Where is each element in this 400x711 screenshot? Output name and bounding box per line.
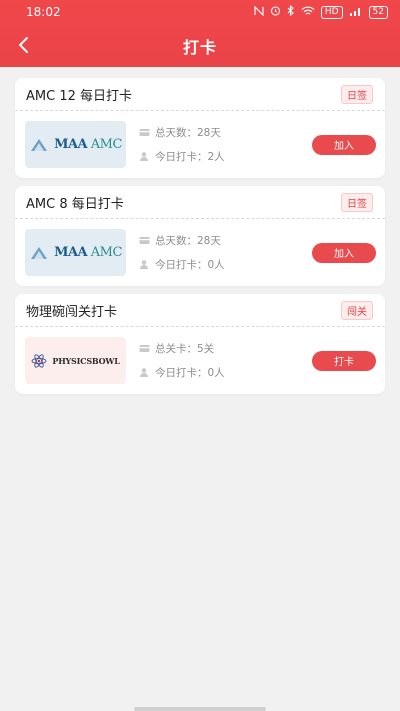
status-icons: HD 52 bbox=[254, 4, 388, 19]
user-icon bbox=[139, 259, 150, 270]
user-icon bbox=[139, 367, 150, 378]
checkin-card-physicsbowl[interactable]: 物理碗闯关打卡 闯关 PHYSICSBOWL 总关卡：5关 今日打卡：0人 打卡 bbox=[15, 294, 385, 394]
card-body: MAA AMC 总天数：28天 今日打卡：0人 加入 bbox=[15, 219, 385, 286]
home-indicator[interactable] bbox=[134, 707, 266, 711]
total-days: 总天数：28天 bbox=[139, 233, 312, 248]
card-icon bbox=[139, 127, 150, 138]
nav-bar: 打卡 bbox=[0, 24, 400, 67]
bluetooth-icon bbox=[287, 4, 295, 19]
card-stats: 总天数：28天 今日打卡：2人 bbox=[139, 125, 312, 164]
today-checkins: 今日打卡：0人 bbox=[139, 365, 312, 380]
card-title: AMC 8 每日打卡 bbox=[26, 196, 124, 212]
card-icon bbox=[139, 343, 150, 354]
status-bar: 18:02 HD 52 bbox=[0, 0, 400, 24]
card-body: MAA AMC 总天数：28天 今日打卡：2人 加入 bbox=[15, 111, 385, 178]
signal-icon bbox=[349, 6, 363, 19]
physicsbowl-logo: PHYSICSBOWL bbox=[25, 337, 126, 384]
total-levels: 总关卡：5关 bbox=[139, 341, 312, 356]
checkin-button[interactable]: 打卡 bbox=[312, 350, 376, 371]
join-button[interactable]: 加入 bbox=[312, 242, 376, 263]
alarm-icon bbox=[270, 5, 281, 19]
maa-amc-logo: MAA AMC bbox=[25, 121, 126, 168]
card-title: AMC 12 每日打卡 bbox=[26, 88, 132, 104]
card-body: PHYSICSBOWL 总关卡：5关 今日打卡：0人 打卡 bbox=[15, 327, 385, 394]
join-button[interactable]: 加入 bbox=[312, 134, 376, 155]
checkin-card-amc8[interactable]: AMC 8 每日打卡 日签 MAA AMC 总天数：28天 今日打卡：0人 加入 bbox=[15, 186, 385, 286]
maa-emblem-icon bbox=[31, 138, 48, 151]
today-checkins: 今日打卡：0人 bbox=[139, 257, 312, 272]
card-tag: 日签 bbox=[341, 84, 373, 104]
app-header: 18:02 HD 52 打卡 bbox=[0, 0, 400, 67]
battery-indicator: 52 bbox=[368, 5, 388, 19]
checkin-card-amc12[interactable]: AMC 12 每日打卡 日签 MAA AMC 总天数：28天 今日打卡：2人 加… bbox=[15, 78, 385, 178]
card-tag: 闯关 bbox=[341, 300, 373, 320]
status-time: 18:02 bbox=[26, 5, 61, 19]
card-icon bbox=[139, 235, 150, 246]
back-icon[interactable] bbox=[14, 35, 34, 55]
card-tag: 日签 bbox=[341, 192, 373, 212]
card-stats: 总天数：28天 今日打卡：0人 bbox=[139, 233, 312, 272]
wifi-icon bbox=[301, 6, 315, 19]
card-stats: 总关卡：5关 今日打卡：0人 bbox=[139, 341, 312, 380]
hd-icon: HD bbox=[320, 5, 343, 19]
maa-emblem-icon bbox=[31, 246, 48, 259]
card-header: AMC 12 每日打卡 日签 bbox=[15, 78, 385, 111]
card-header: AMC 8 每日打卡 日签 bbox=[15, 186, 385, 219]
page-title: 打卡 bbox=[182, 37, 217, 57]
card-header: 物理碗闯关打卡 闯关 bbox=[15, 294, 385, 327]
card-title: 物理碗闯关打卡 bbox=[26, 304, 118, 320]
maa-amc-logo: MAA AMC bbox=[25, 229, 126, 276]
user-icon bbox=[139, 151, 150, 162]
total-days: 总天数：28天 bbox=[139, 125, 312, 140]
atom-icon bbox=[31, 353, 47, 368]
nfc-icon bbox=[254, 5, 264, 19]
today-checkins: 今日打卡：2人 bbox=[139, 149, 312, 164]
